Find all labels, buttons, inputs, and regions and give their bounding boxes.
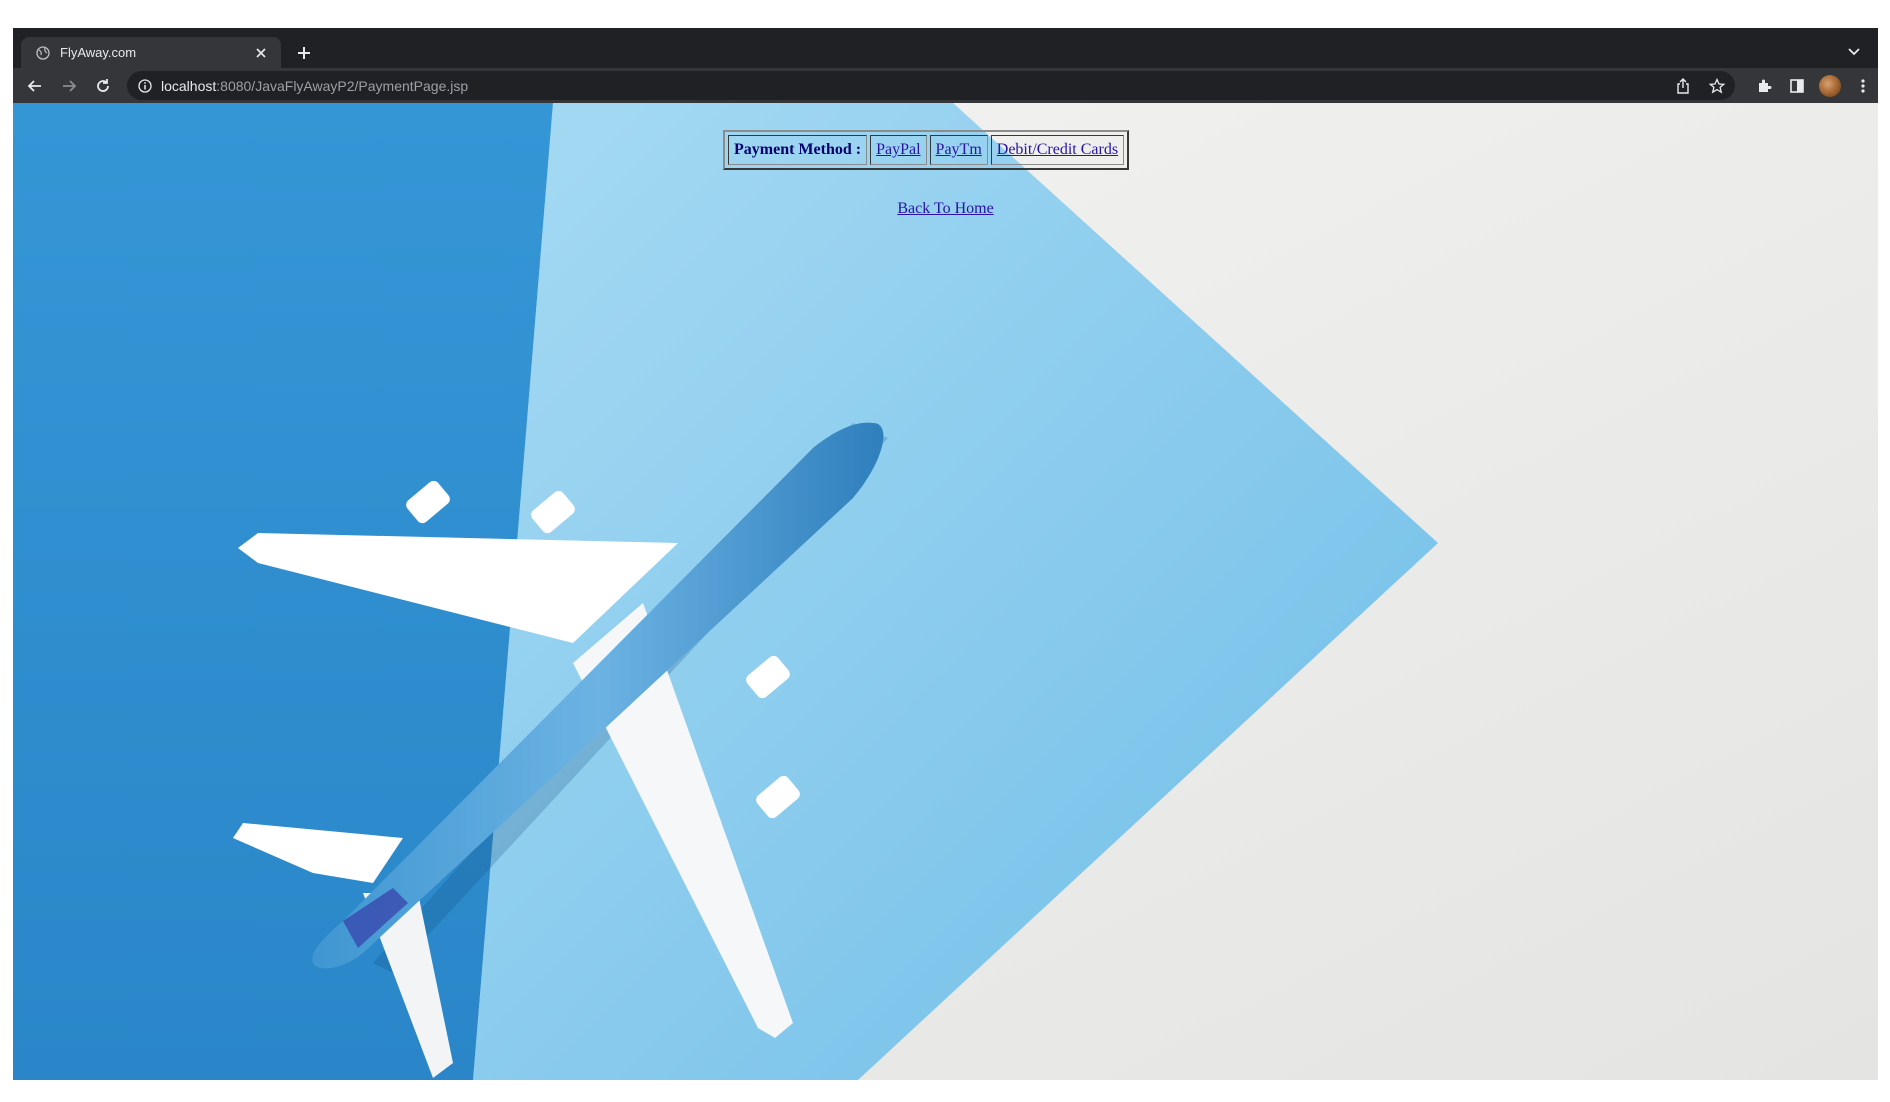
side-panel-icon[interactable] [1784,73,1810,99]
browser-tab[interactable]: FlyAway.com [21,37,281,68]
kebab-menu-icon[interactable] [1850,73,1876,99]
url-text: localhost:8080/JavaFlyAwayP2/PaymentPage… [161,78,468,94]
url-host: localhost [161,77,217,94]
paytm-cell: PayTm [929,135,988,165]
star-icon[interactable] [1705,74,1729,98]
back-home-container: Back To Home [13,200,1878,218]
url-path: :8080/JavaFlyAwayP2/PaymentPage.jsp [216,77,469,94]
paypal-cell: PayPal [870,135,927,165]
page-viewport: Payment Method : PayPal PayTm Debit/Cred… [13,103,1878,1080]
close-icon[interactable] [251,43,271,63]
payment-method-table: Payment Method : PayPal PayTm Debit/Cred… [723,130,1130,170]
toolbar: localhost:8080/JavaFlyAwayP2/PaymentPage… [13,68,1878,103]
share-icon[interactable] [1671,74,1695,98]
debit-credit-cards-link[interactable]: Debit/Credit Cards [997,141,1118,158]
info-icon[interactable] [137,78,153,94]
avatar [1819,75,1841,97]
back-to-home-link[interactable]: Back To Home [897,200,993,217]
airplane-background-image [13,103,1878,1080]
paypal-link[interactable]: PayPal [876,141,920,158]
back-arrow-icon[interactable] [23,74,47,98]
paytm-link[interactable]: PayTm [936,141,982,158]
payment-method-label: Payment Method : [728,135,868,165]
forward-arrow-icon[interactable] [57,74,81,98]
cards-cell: Debit/Credit Cards [990,135,1125,165]
chevron-down-icon[interactable] [1844,42,1864,62]
avatar-button[interactable] [1817,73,1843,99]
tab-title: FlyAway.com [60,45,137,60]
browser-window: FlyAway.com localhost:8080/JavaFlyAwayP2… [13,28,1878,1080]
tab-strip: FlyAway.com [13,28,1878,68]
address-bar[interactable]: localhost:8080/JavaFlyAwayP2/PaymentPage… [127,71,1735,100]
reload-icon[interactable] [91,74,115,98]
globe-icon [35,45,51,61]
plus-icon[interactable] [291,40,317,66]
extensions-icon[interactable] [1751,73,1777,99]
